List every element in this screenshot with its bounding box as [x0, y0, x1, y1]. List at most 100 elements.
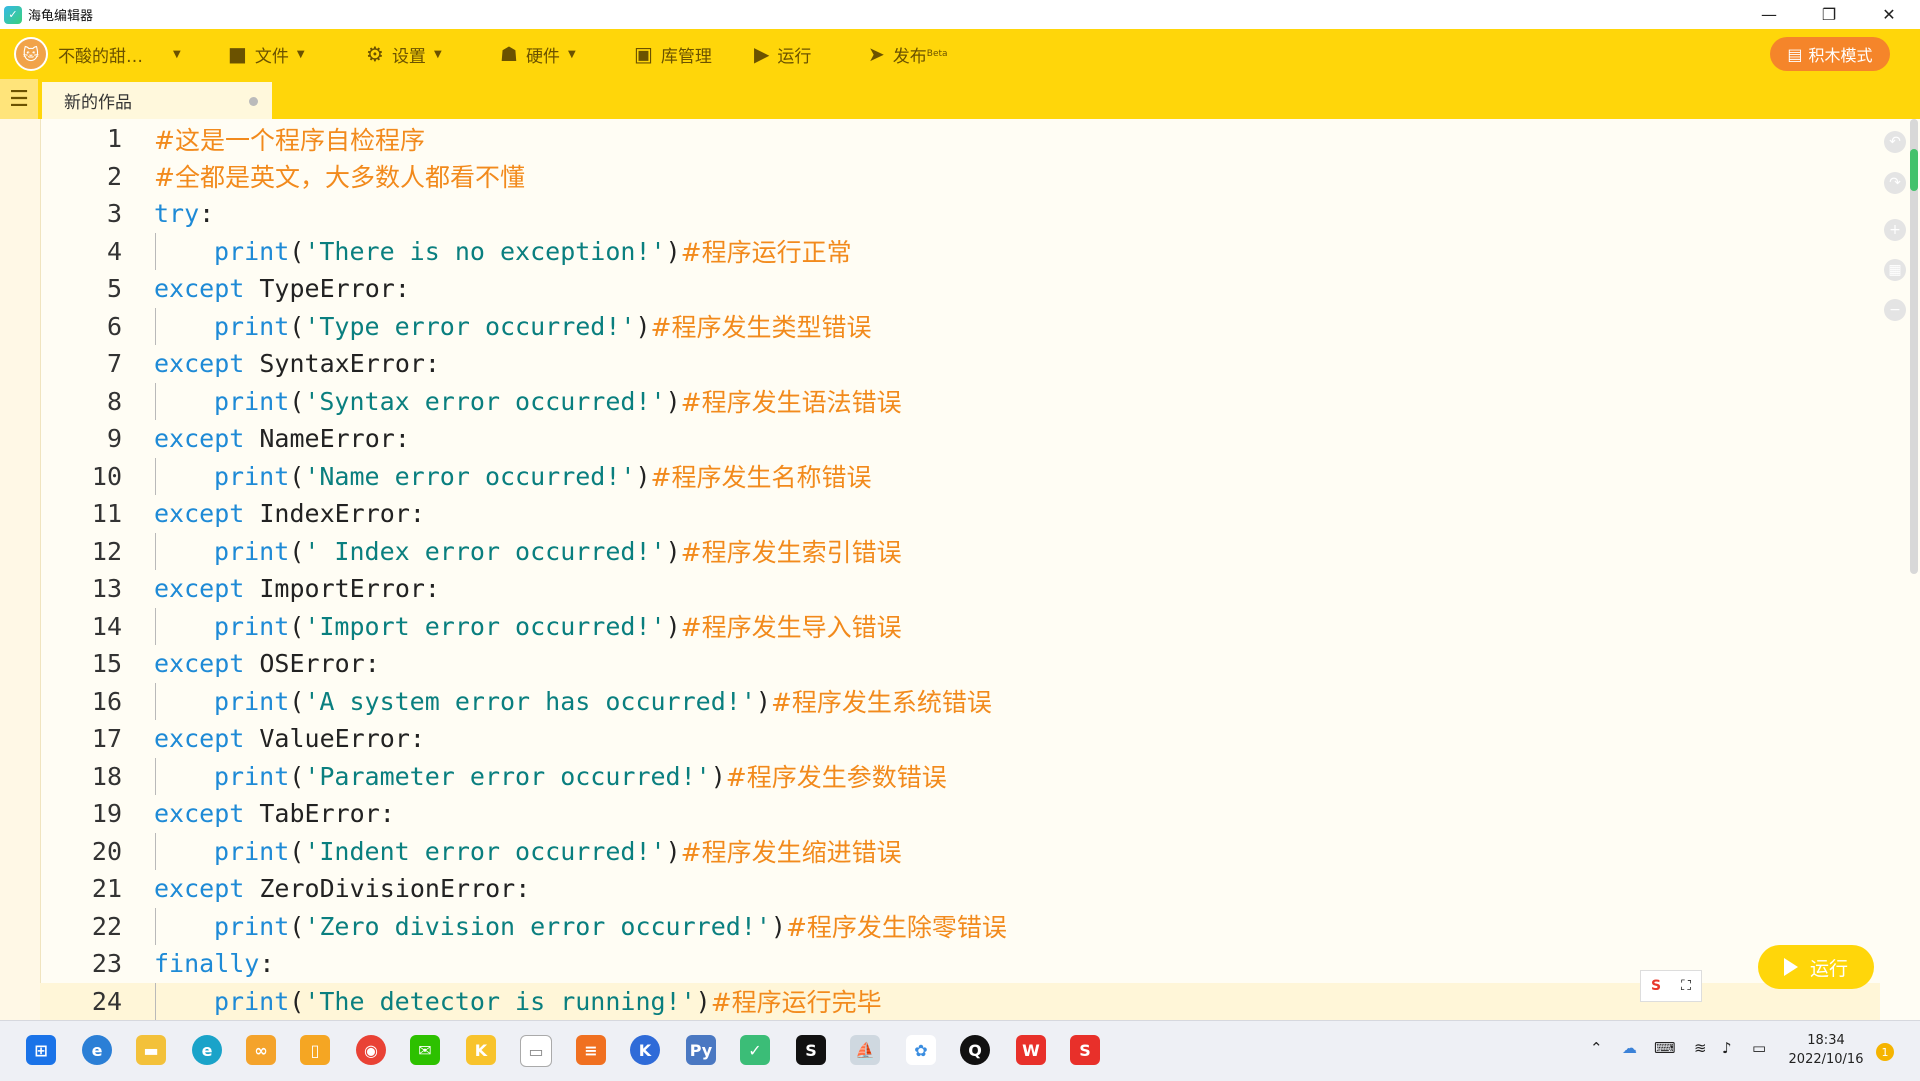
code-line[interactable]: 16 print('A system error has occurred!') #…	[40, 682, 1880, 721]
cluster-app-icon[interactable]: ✿	[906, 1035, 936, 1065]
code-line[interactable]: 18 print('Parameter error occurred!') #程序发…	[40, 757, 1880, 795]
tray-cloud-icon[interactable]: ☁	[1622, 1039, 1637, 1057]
code-line[interactable]: 21 except ZeroDivisionError:	[40, 870, 1880, 908]
code-function: print	[214, 911, 290, 941]
code-line[interactable]: 23 finally:	[40, 945, 1880, 983]
user-avatar[interactable]: 🐱	[14, 37, 48, 71]
block-mode-button[interactable]: ▤ 积木模式	[1770, 37, 1890, 71]
code-keyword: except	[154, 799, 245, 829]
code-function: print	[214, 836, 290, 866]
code-line[interactable]: 9 except NameError:	[40, 420, 1880, 458]
zoom-in-icon[interactable]: +	[1884, 219, 1906, 241]
code-paren: (	[289, 461, 305, 491]
code-line[interactable]: 19 except TabError:	[40, 795, 1880, 833]
minimize-button[interactable]: —	[1740, 0, 1798, 29]
system-clock[interactable]: 18:34 2022/10/16	[1786, 1031, 1866, 1069]
notes-app-icon[interactable]: ▯	[300, 1035, 330, 1065]
scrollbar-thumb[interactable]	[1910, 149, 1918, 191]
code-editor[interactable]: 1 #这是一个程序自检程序 2 #全都是英文，大多数人都看不懂 3 try:4 print(…	[0, 119, 1920, 1020]
wechat-icon[interactable]: ✉	[410, 1035, 440, 1065]
code-line[interactable]: 11 except IndexError:	[40, 495, 1880, 533]
document-icon[interactable]: ▭	[520, 1035, 552, 1067]
code-line[interactable]: 12 print(' Index error occurred!') #程序发生索引…	[40, 532, 1880, 570]
dark-app-icon[interactable]: S	[796, 1035, 826, 1065]
code-line[interactable]: 13 except ImportError:	[40, 570, 1880, 608]
link-app-icon[interactable]: ∞	[246, 1035, 276, 1065]
chrome-icon[interactable]: ◉	[356, 1035, 386, 1065]
line-number: 22	[91, 911, 122, 941]
code-line[interactable]: 4 print('There is no exception!') #程序运行正常	[40, 232, 1880, 270]
restore-button[interactable]: ❐	[1800, 0, 1858, 29]
code-line[interactable]: 22 print('Zero division error occurred!')…	[40, 907, 1880, 945]
code-text: print('Import error occurred!') #程序发生导入错误	[214, 608, 902, 646]
code-line[interactable]: 5 except TypeError:	[40, 270, 1880, 308]
wps-icon[interactable]: W	[1016, 1035, 1046, 1065]
code-paren: )	[710, 761, 726, 791]
file-explorer-icon[interactable]: ▬	[136, 1035, 166, 1065]
zoom-out-icon[interactable]: −	[1884, 299, 1906, 321]
code-line[interactable]: 17 except ValueError:	[40, 720, 1880, 758]
sublime-icon[interactable]: ≡	[576, 1035, 606, 1065]
code-function: print	[214, 311, 290, 341]
code-line[interactable]: 15 except OSError:	[40, 645, 1880, 683]
code-paren: )	[635, 461, 651, 491]
start-icon[interactable]: ⊞	[26, 1035, 56, 1065]
tray-chevron-up-icon[interactable]: ⌃	[1590, 1039, 1603, 1057]
code-line[interactable]: 8 print('Syntax error occurred!') #程序发生语法错…	[40, 382, 1880, 420]
line-number: 13	[91, 574, 122, 604]
publish-button[interactable]: ➤ 发布 Beta	[868, 29, 948, 79]
settings-menu[interactable]: ⚙ 设置 ▼	[366, 29, 442, 79]
sogou-input-icon[interactable]: S	[1070, 1035, 1100, 1065]
redo-icon[interactable]: ↷	[1884, 172, 1906, 194]
code-text: finally:	[154, 945, 274, 983]
ship-app-icon[interactable]: ⛵	[850, 1035, 880, 1065]
vertical-scrollbar[interactable]	[1910, 119, 1918, 574]
user-menu[interactable]: 不酸的甜… ▼	[58, 29, 181, 79]
ime-toolbar[interactable]: S ⛶	[1640, 970, 1702, 1002]
line-number: 5	[106, 274, 122, 304]
library-button[interactable]: ▣ 库管理	[634, 29, 712, 79]
hardware-menu[interactable]: ☗ 硬件 ▼	[500, 29, 576, 79]
code-keyword: except	[154, 724, 245, 754]
unsaved-dot-icon[interactable]	[249, 97, 258, 106]
code-text: except TabError:	[154, 795, 395, 833]
line-number: 4	[106, 236, 122, 266]
battery-icon[interactable]: ▭	[1752, 1039, 1766, 1057]
edge-browser-icon[interactable]: e	[192, 1035, 222, 1065]
code-text: except OSError:	[154, 645, 380, 683]
run-menu-button[interactable]: ▶ 运行	[754, 29, 811, 79]
run-button[interactable]: 运行	[1758, 945, 1874, 989]
hamburger-menu-icon[interactable]: ☰	[0, 79, 38, 119]
code-line[interactable]: 2 #全都是英文，大多数人都看不懂	[40, 158, 1880, 196]
kugou-icon[interactable]: K	[466, 1035, 496, 1065]
keyboard-icon[interactable]: ⌨	[1654, 1039, 1676, 1057]
code-line[interactable]: 24 print('The detector is running!') #程序运行…	[40, 982, 1880, 1020]
wifi-icon[interactable]: ≋	[1694, 1039, 1707, 1057]
notification-badge[interactable]: 1	[1876, 1043, 1894, 1061]
turtle-editor-icon[interactable]: ✓	[740, 1035, 770, 1065]
k-app-icon[interactable]: K	[630, 1035, 660, 1065]
indent-guide	[155, 982, 156, 1020]
code-line[interactable]: 7 except SyntaxError:	[40, 345, 1880, 383]
code-line[interactable]: 6 print('Type error occurred!') #程序发生类型错误	[40, 307, 1880, 345]
ie-browser-icon[interactable]: e	[82, 1035, 112, 1065]
qq-icon[interactable]: Q	[960, 1035, 990, 1065]
undo-icon[interactable]: ↶	[1884, 131, 1906, 153]
tab-new-work[interactable]: 新的作品	[42, 82, 272, 119]
code-text: print('A system error has occurred!') #程序…	[214, 683, 992, 721]
close-button[interactable]: ✕	[1860, 0, 1918, 29]
code-line[interactable]: 10 print('Name error occurred!') #程序发生名称错误	[40, 457, 1880, 495]
main-toolbar: 🐱 不酸的甜… ▼ ■ 文件 ▼ ⚙ 设置 ▼ ☗ 硬件 ▼ ▣ 库管理 ▶ 运…	[0, 29, 1920, 79]
code-line[interactable]: 3 try:	[40, 195, 1880, 233]
volume-icon[interactable]: ♪	[1722, 1039, 1732, 1057]
format-icon[interactable]: ▦	[1884, 259, 1906, 281]
code-line[interactable]: 14 print('Import error occurred!') #程序发生导入…	[40, 607, 1880, 646]
code-line[interactable]: 1 #这是一个程序自检程序	[40, 120, 1880, 158]
file-menu[interactable]: ■ 文件 ▼	[228, 29, 305, 79]
line-number: 7	[106, 349, 122, 379]
code-line[interactable]: 20 print('Indent error occurred!') #程序发生缩进…	[40, 832, 1880, 870]
sogou-icon: S	[1651, 978, 1662, 994]
python-file-icon[interactable]: Py	[686, 1035, 716, 1065]
chevron-down-icon: ▼	[173, 48, 181, 60]
code-string: 'Syntax error occurred!'	[304, 386, 666, 416]
